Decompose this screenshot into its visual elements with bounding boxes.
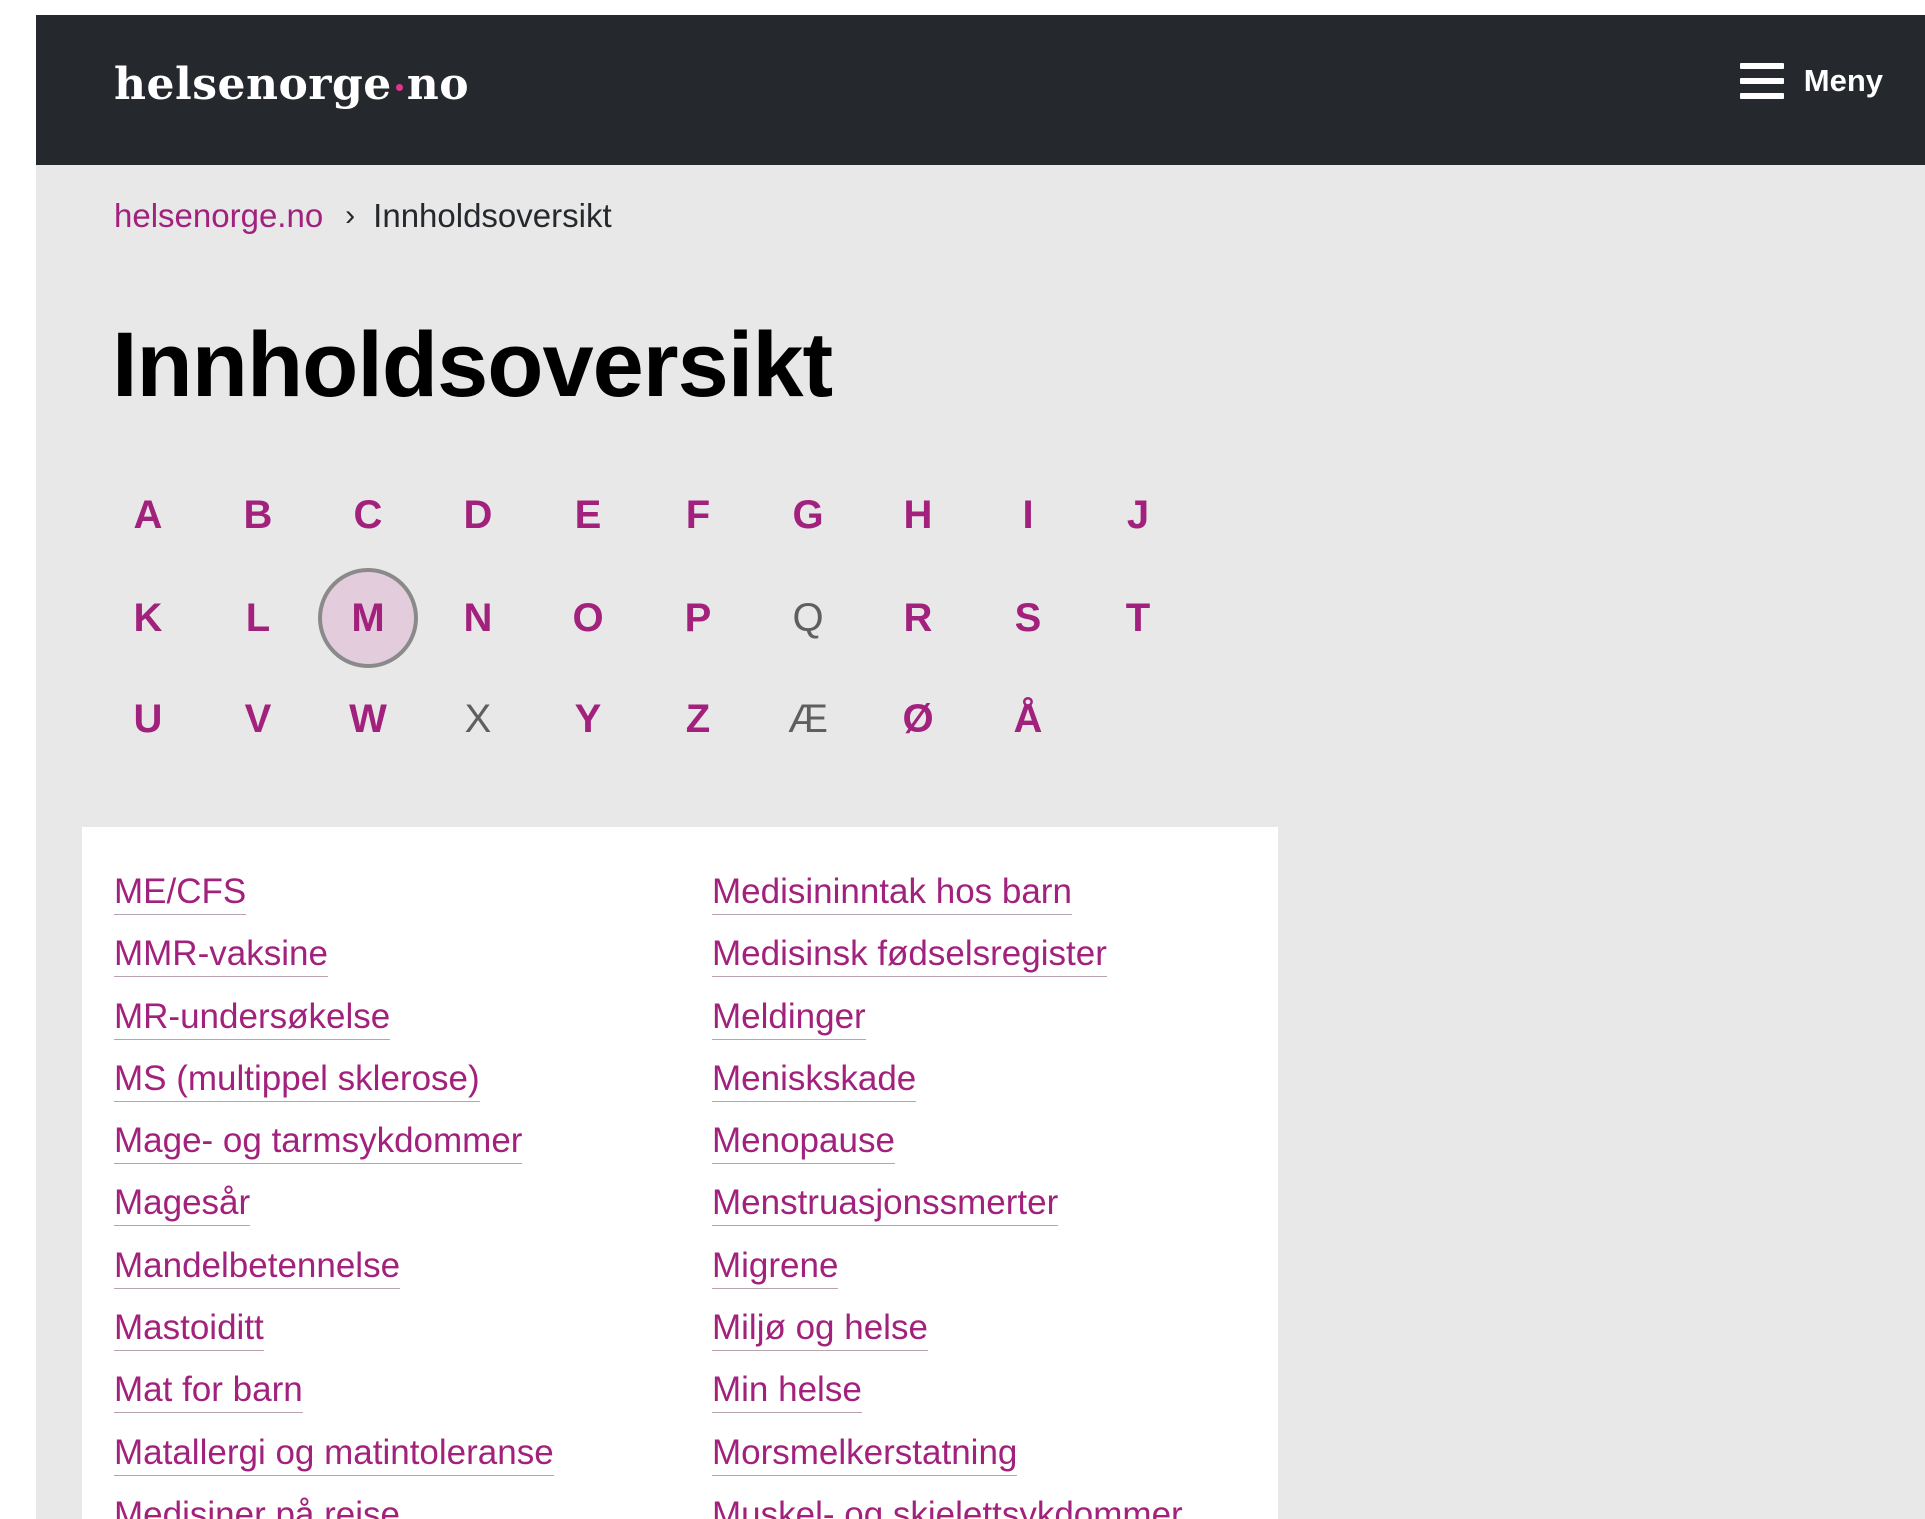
- topic-link[interactable]: Mastoiditt: [114, 1306, 264, 1352]
- letter-d[interactable]: D: [428, 465, 528, 565]
- logo-text-left: helsenorge: [114, 59, 392, 110]
- letter-g[interactable]: G: [758, 465, 858, 565]
- topic-column-right: Medisininntak hos barn Medisinsk fødselsr…: [712, 870, 1183, 1519]
- letter-y[interactable]: Y: [538, 669, 638, 769]
- letter-f[interactable]: F: [648, 465, 748, 565]
- letter-v[interactable]: V: [208, 669, 308, 769]
- letter-u[interactable]: U: [98, 669, 198, 769]
- letter-s[interactable]: S: [978, 568, 1078, 668]
- letter-å[interactable]: Å: [978, 669, 1078, 769]
- menu-label: Meny: [1803, 63, 1883, 98]
- letter-o[interactable]: O: [538, 568, 638, 668]
- letter-w[interactable]: W: [318, 669, 418, 769]
- topic-link[interactable]: Meldinger: [712, 995, 866, 1040]
- menu-button[interactable]: Meny: [1739, 63, 1883, 99]
- letter-i[interactable]: I: [978, 465, 1078, 565]
- letter-t[interactable]: T: [1088, 568, 1188, 668]
- site-header: helsenorge no Meny: [36, 15, 1925, 165]
- topic-link[interactable]: Miljø og helse: [712, 1306, 928, 1352]
- letter-m[interactable]: M: [318, 568, 418, 668]
- topic-link[interactable]: Medisiner på reise: [114, 1493, 400, 1519]
- topic-link[interactable]: ME/CFS: [114, 870, 247, 915]
- letter-æ: Æ: [788, 696, 828, 741]
- breadcrumb-home-link[interactable]: helsenorge.no: [114, 197, 323, 235]
- topic-link[interactable]: Medisinsk fødselsregister: [712, 932, 1107, 978]
- letter-c[interactable]: C: [318, 465, 418, 565]
- letter-h[interactable]: H: [868, 465, 968, 565]
- letter-p[interactable]: P: [648, 568, 748, 668]
- letter-l[interactable]: L: [208, 568, 308, 668]
- topic-link[interactable]: Meniskskade: [712, 1057, 917, 1102]
- letter-e[interactable]: E: [538, 465, 638, 565]
- letter-b[interactable]: B: [208, 465, 308, 565]
- topic-link[interactable]: Morsmelkerstatning: [712, 1431, 1018, 1476]
- topic-link[interactable]: Mat for barn: [114, 1368, 303, 1414]
- topic-link[interactable]: Menopause: [712, 1119, 895, 1165]
- letter-x: X: [464, 696, 492, 741]
- letter-j[interactable]: J: [1088, 465, 1188, 565]
- hamburger-menu-icon: [1739, 63, 1784, 99]
- topic-link[interactable]: Medisininntak hos barn: [712, 870, 1072, 915]
- topic-link[interactable]: MS (multippel sklerose): [114, 1057, 480, 1102]
- topic-link[interactable]: Mandelbetennelse: [114, 1244, 401, 1289]
- page-title: Innholdsoversikt: [112, 314, 833, 416]
- topic-list-panel: ME/CFS MMR-vaksine MR-undersøkelse MS (mult…: [82, 827, 1278, 1519]
- letter-q: Q: [792, 595, 824, 640]
- topic-link[interactable]: Min helse: [712, 1368, 862, 1414]
- topic-column-left: ME/CFS MMR-vaksine MR-undersøkelse MS (mult…: [114, 870, 554, 1519]
- breadcrumb-current: Innholdsoversikt: [373, 197, 612, 234]
- topic-link[interactable]: Muskel- og skjelettsykdommer: [712, 1493, 1183, 1519]
- chevron-right-icon: ›: [345, 199, 356, 232]
- site-logo[interactable]: helsenorge no: [114, 59, 469, 110]
- topic-link[interactable]: Magesår: [114, 1181, 251, 1227]
- logo-dot-icon: [395, 84, 403, 91]
- page: helsenorge no Meny helsenorge.no › Innhol…: [36, 15, 1925, 1519]
- letter-n[interactable]: N: [428, 568, 528, 668]
- breadcrumb: helsenorge.no › Innholdsoversikt: [114, 197, 612, 235]
- letter-a[interactable]: A: [98, 465, 198, 565]
- topic-link[interactable]: Migrene: [712, 1244, 839, 1289]
- letter-ø[interactable]: Ø: [868, 669, 968, 769]
- letter-k[interactable]: K: [98, 568, 198, 668]
- topic-link[interactable]: Matallergi og matintoleranse: [114, 1431, 554, 1476]
- topic-link[interactable]: Mage- og tarmsykdommer: [114, 1119, 523, 1165]
- topic-link[interactable]: Menstruasjonssmerter: [712, 1181, 1059, 1227]
- topic-link[interactable]: MR-undersøkelse: [114, 995, 391, 1040]
- letter-r[interactable]: R: [868, 568, 968, 668]
- logo-text-right: no: [406, 59, 470, 110]
- letter-z[interactable]: Z: [648, 669, 748, 769]
- topic-link[interactable]: MMR-vaksine: [114, 932, 328, 978]
